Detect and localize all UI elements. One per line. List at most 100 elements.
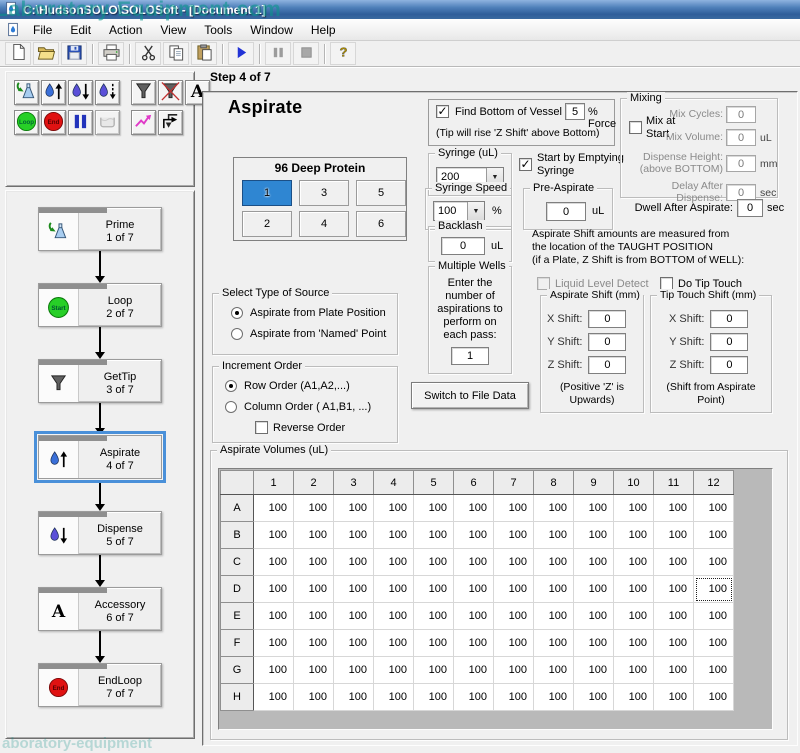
volume-cell-A4[interactable]: 100 <box>374 495 414 522</box>
volume-cell-A6[interactable]: 100 <box>454 495 494 522</box>
volume-cell-E10[interactable]: 100 <box>614 603 654 630</box>
volume-cell-A5[interactable]: 100 <box>414 495 454 522</box>
volume-cell-G10[interactable]: 100 <box>614 657 654 684</box>
menu-window[interactable]: Window <box>241 21 302 39</box>
volume-cell-H8[interactable]: 100 <box>534 684 574 711</box>
volume-cell-B4[interactable]: 100 <box>374 522 414 549</box>
volume-cell-H11[interactable]: 100 <box>654 684 694 711</box>
palette-branch-button[interactable] <box>158 110 183 135</box>
volume-cell-C3[interactable]: 100 <box>334 549 374 576</box>
volume-cell-D2[interactable]: 100 <box>294 576 334 603</box>
palette-multi-dispense-button[interactable] <box>95 80 120 105</box>
volume-cell-D7[interactable]: 100 <box>494 576 534 603</box>
palette-get-tip-button[interactable] <box>131 80 156 105</box>
shift-value-input[interactable]: 0 <box>710 356 748 374</box>
volume-cell-C4[interactable]: 100 <box>374 549 414 576</box>
volume-cell-H4[interactable]: 100 <box>374 684 414 711</box>
volume-cell-A10[interactable]: 100 <box>614 495 654 522</box>
toolbar-paste-button[interactable] <box>191 42 217 65</box>
volume-cell-H5[interactable]: 100 <box>414 684 454 711</box>
volume-cell-D8[interactable]: 100 <box>534 576 574 603</box>
volume-cell-C7[interactable]: 100 <box>494 549 534 576</box>
volume-cell-G7[interactable]: 100 <box>494 657 534 684</box>
backlash-input[interactable]: 0 <box>441 237 485 255</box>
volume-cell-F8[interactable]: 100 <box>534 630 574 657</box>
palette-end-loop-button[interactable]: End <box>41 110 66 135</box>
volume-cell-B3[interactable]: 100 <box>334 522 374 549</box>
volume-cell-D5[interactable]: 100 <box>414 576 454 603</box>
volume-cell-C5[interactable]: 100 <box>414 549 454 576</box>
palette-prime-button[interactable] <box>14 80 39 105</box>
volume-cell-D11[interactable]: 100 <box>654 576 694 603</box>
toolbar-save-button[interactable] <box>61 42 87 65</box>
volume-cell-F2[interactable]: 100 <box>294 630 334 657</box>
force-input[interactable]: 5 <box>565 103 585 120</box>
step-dispense[interactable]: Dispense5 of 7 <box>38 511 162 555</box>
volume-cell-B12[interactable]: 100 <box>694 522 734 549</box>
menu-action[interactable]: Action <box>100 21 151 39</box>
volume-cell-D10[interactable]: 100 <box>614 576 654 603</box>
volume-cell-C8[interactable]: 100 <box>534 549 574 576</box>
volume-cell-F5[interactable]: 100 <box>414 630 454 657</box>
volume-cell-B9[interactable]: 100 <box>574 522 614 549</box>
volume-cell-A9[interactable]: 100 <box>574 495 614 522</box>
volume-cell-E1[interactable]: 100 <box>254 603 294 630</box>
volume-cell-A11[interactable]: 100 <box>654 495 694 522</box>
volume-cell-A12[interactable]: 100 <box>694 495 734 522</box>
volume-cell-E5[interactable]: 100 <box>414 603 454 630</box>
volume-cell-G2[interactable]: 100 <box>294 657 334 684</box>
volume-cell-H7[interactable]: 100 <box>494 684 534 711</box>
volume-cell-B5[interactable]: 100 <box>414 522 454 549</box>
volume-cell-E8[interactable]: 100 <box>534 603 574 630</box>
palette-move-button[interactable] <box>131 110 156 135</box>
plate-position-2[interactable]: 2 <box>242 211 292 237</box>
palette-shuck-tip-button[interactable] <box>158 80 183 105</box>
plate-position-1[interactable]: 1 <box>242 180 292 206</box>
volume-cell-B7[interactable]: 100 <box>494 522 534 549</box>
volume-cell-C1[interactable]: 100 <box>254 549 294 576</box>
plate-position-5[interactable]: 5 <box>356 180 406 206</box>
volume-cell-A2[interactable]: 100 <box>294 495 334 522</box>
switch-to-file-data-button[interactable]: Switch to File Data <box>411 382 529 409</box>
volume-cell-G4[interactable]: 100 <box>374 657 414 684</box>
shift-value-input[interactable]: 0 <box>710 310 748 328</box>
dropdown-arrow-icon[interactable] <box>467 202 484 220</box>
aspirate-volumes-table[interactable]: 123456789101112A100100100100100100100100… <box>220 470 734 711</box>
volume-cell-D12[interactable]: 100 <box>694 576 734 603</box>
volume-cell-E12[interactable]: 100 <box>694 603 734 630</box>
volume-cell-D6[interactable]: 100 <box>454 576 494 603</box>
volume-cell-F6[interactable]: 100 <box>454 630 494 657</box>
toolbar-cut-button[interactable] <box>135 42 161 65</box>
volume-cell-E3[interactable]: 100 <box>334 603 374 630</box>
volume-cell-H6[interactable]: 100 <box>454 684 494 711</box>
shift-value-input[interactable]: 0 <box>588 333 626 351</box>
palette-pause-bars-button[interactable] <box>68 110 93 135</box>
volume-cell-G12[interactable]: 100 <box>694 657 734 684</box>
volume-cell-C2[interactable]: 100 <box>294 549 334 576</box>
volume-cell-B8[interactable]: 100 <box>534 522 574 549</box>
step-aspirate[interactable]: Aspirate4 of 7 <box>38 435 162 479</box>
mixing-value-input[interactable]: 0 <box>726 155 756 172</box>
volume-cell-C10[interactable]: 100 <box>614 549 654 576</box>
volume-cell-B1[interactable]: 100 <box>254 522 294 549</box>
menu-help[interactable]: Help <box>302 21 345 39</box>
shift-value-input[interactable]: 0 <box>588 310 626 328</box>
volume-cell-G6[interactable]: 100 <box>454 657 494 684</box>
volume-cell-E9[interactable]: 100 <box>574 603 614 630</box>
syringe-speed-dropdown[interactable]: 100 <box>433 201 485 221</box>
volume-cell-H1[interactable]: 100 <box>254 684 294 711</box>
volume-cell-F3[interactable]: 100 <box>334 630 374 657</box>
volume-cell-H2[interactable]: 100 <box>294 684 334 711</box>
toolbar-help-button[interactable]: ? <box>330 42 356 65</box>
volume-cell-F11[interactable]: 100 <box>654 630 694 657</box>
volume-cell-D1[interactable]: 100 <box>254 576 294 603</box>
option-column-order-a1-b1[interactable]: Column Order ( A1,B1, ...) <box>225 401 371 413</box>
volume-cell-F7[interactable]: 100 <box>494 630 534 657</box>
toolbar-new-document-button[interactable] <box>5 42 31 65</box>
step-accessory[interactable]: AAccessory6 of 7 <box>38 587 162 631</box>
volume-cell-G11[interactable]: 100 <box>654 657 694 684</box>
multiple-wells-input[interactable]: 1 <box>451 347 489 365</box>
toolbar-pause-button[interactable] <box>265 42 291 65</box>
volume-cell-A1[interactable]: 100 <box>254 495 294 522</box>
mixing-value-input[interactable]: 0 <box>726 106 756 123</box>
